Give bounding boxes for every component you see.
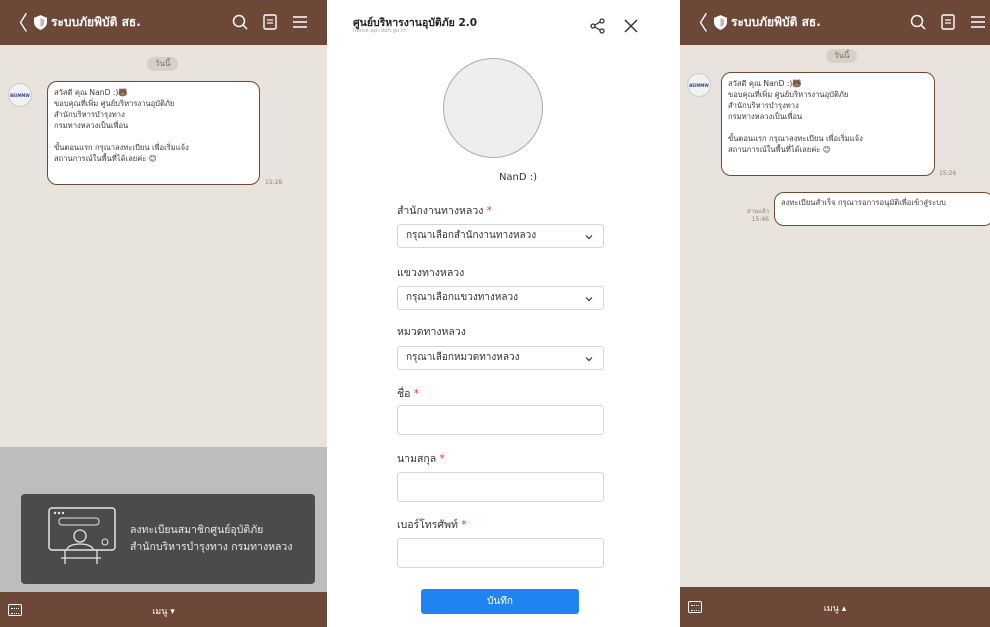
- form-subtitle: home.api.doh.go.th: [353, 28, 407, 34]
- office-select[interactable]: กรุณาเลือกสำนักงานทางหลวง: [397, 224, 604, 248]
- district-select[interactable]: กรุณาเลือกแขวงทางหลวง: [397, 286, 604, 310]
- header-actions: [908, 12, 988, 32]
- unit-label: หมวดทางหลวง: [397, 326, 466, 338]
- read-label: อ่านแล้ว: [747, 208, 769, 215]
- unit-select-value: กรุณาเลือกหมวดทางหลวง: [406, 352, 520, 363]
- shield-icon: [34, 15, 47, 30]
- notes-icon[interactable]: [260, 12, 280, 32]
- rich-menu-area: ลงทะเบียนสมาชิกศูนย์อุบัติภัย สำนักบริหา…: [0, 447, 327, 592]
- firstname-input[interactable]: [397, 405, 604, 435]
- office-label-text: สำนักงานทางหลวง: [397, 205, 484, 217]
- date-pill: วันนี้: [826, 49, 858, 63]
- firstname-label: ชื่อ *: [397, 385, 419, 402]
- welcome-message-bubble: สวัสดี คุณ NanD :)🐻 ขอบคุณที่เพิ่ม ศูนย์…: [47, 81, 260, 185]
- phone-label: เบอร์โทรศัพท์ *: [397, 516, 467, 533]
- menu-icon[interactable]: [290, 12, 310, 32]
- back-icon[interactable]: 〈: [8, 13, 34, 33]
- phone-input[interactable]: [397, 538, 604, 568]
- notes-icon[interactable]: [938, 12, 958, 32]
- district-label: แขวงทางหลวง: [397, 267, 465, 279]
- chevron-down-icon: [585, 357, 593, 362]
- profile-name: NanD :): [498, 172, 538, 183]
- welcome-message-bubble: สวัสดี คุณ NanD :)🐻 ขอบคุณที่เพิ่ม ศูนย์…: [721, 72, 935, 176]
- message-time: 15:28: [265, 179, 283, 186]
- message-time: 15:26: [939, 170, 957, 177]
- lastname-label: นามสกุล *: [397, 450, 445, 467]
- read-receipt: อ่านแล้ว 15:46: [733, 208, 769, 224]
- rich-menu-line-1: ลงทะเบียนสมาชิกศูนย์อุบัติภัย: [130, 524, 264, 536]
- avatar[interactable]: BEIMMW: [8, 83, 32, 107]
- share-icon[interactable]: [590, 18, 606, 34]
- reply-time: 15:46: [751, 216, 769, 223]
- required-mark: *: [486, 205, 492, 217]
- lastname-label-text: นามสกุล: [397, 453, 437, 465]
- close-icon[interactable]: [623, 18, 639, 34]
- chevron-down-icon: [585, 235, 593, 240]
- shield-icon: [714, 15, 727, 30]
- chat-title: ระบบภัยพิบัติ สธ.: [51, 15, 141, 29]
- search-icon[interactable]: [230, 12, 250, 32]
- lastname-input[interactable]: [397, 472, 604, 502]
- required-mark: *: [413, 388, 420, 400]
- firstname-label-text: ชื่อ: [397, 388, 411, 400]
- rich-menu-line-2: สำนักบริหารบำรุงทาง กรมทางหลวง: [130, 541, 293, 553]
- district-select-value: กรุณาเลือกแขวงทางหลวง: [406, 292, 519, 303]
- search-icon[interactable]: [908, 12, 928, 32]
- chat-header: 〈 ระบบภัยพิบัติ สธ.: [680, 0, 990, 45]
- register-rich-menu-button[interactable]: ลงทะเบียนสมาชิกศูนย์อุบัติภัย สำนักบริหา…: [21, 494, 315, 584]
- user-reply-bubble: ลงทะเบียนสำเร็จ กรุณารอการอนุมัติเพื่อเข…: [774, 192, 990, 226]
- office-label: สำนักงานทางหลวง *: [397, 202, 492, 219]
- menu-icon[interactable]: [968, 12, 988, 32]
- date-pill: วันนี้: [147, 57, 179, 71]
- chat-title: ระบบภัยพิบัติ สธ.: [731, 15, 821, 29]
- profile-avatar: [443, 58, 543, 158]
- unit-select[interactable]: กรุณาเลือกหมวดทางหลวง: [397, 346, 604, 370]
- menu-toggle[interactable]: เมนู ▾: [0, 604, 327, 618]
- chat-screen-left: 〈 ระบบภัยพิบัติ สธ. วันนี้ BEIMMW สวัสดี…: [0, 0, 327, 627]
- header-actions: [230, 12, 310, 32]
- chat-footer: เมนู ▴: [680, 587, 990, 627]
- office-select-value: กรุณาเลือกสำนักงานทางหลวง: [406, 230, 537, 241]
- registration-icon: [48, 507, 116, 564]
- rich-menu-text: ลงทะเบียนสมาชิกศูนย์อุบัติภัย สำนักบริหา…: [130, 522, 292, 556]
- chat-screen-right: 〈 ระบบภัยพิบัติ สธ. วันนี้ BEIMMW สวัสดี…: [680, 0, 990, 627]
- phone-label-text: เบอร์โทรศัพท์: [397, 519, 458, 531]
- required-mark: *: [439, 453, 445, 465]
- chevron-down-icon: [585, 297, 593, 302]
- chat-header: 〈 ระบบภัยพิบัติ สธ.: [0, 0, 327, 45]
- back-icon[interactable]: 〈: [688, 13, 714, 33]
- required-mark: *: [461, 519, 467, 531]
- avatar[interactable]: BEIMMW: [687, 73, 711, 97]
- registration-form-screen: ศูนย์บริหารงานอุบัติภัย 2.0 home.api.doh…: [353, 0, 653, 627]
- chat-footer: เมนู ▾: [0, 592, 327, 627]
- menu-toggle[interactable]: เมนู ▴: [680, 601, 990, 615]
- save-button[interactable]: บันทึก: [421, 589, 579, 614]
